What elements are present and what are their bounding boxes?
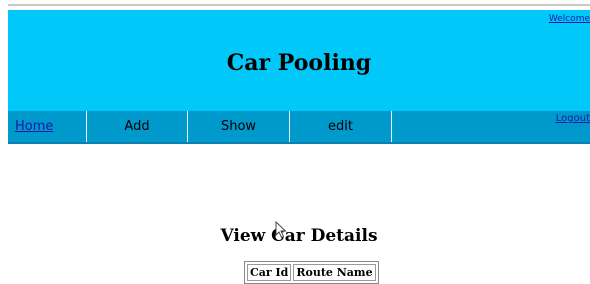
- nav-item-add[interactable]: Add: [87, 111, 188, 142]
- car-details-table-container: Car Id Route Name: [244, 261, 379, 284]
- site-title: Car Pooling: [226, 50, 372, 76]
- page-heading: View Car Details: [220, 226, 378, 246]
- column-header-car-id: Car Id: [247, 264, 292, 281]
- nav-item-show[interactable]: Show: [188, 111, 290, 142]
- car-details-table: Car Id Route Name: [244, 261, 379, 284]
- mouse-cursor-icon: [275, 221, 287, 239]
- welcome-link[interactable]: Welcome: [549, 14, 590, 24]
- logout-link[interactable]: Logout: [556, 113, 590, 124]
- nav-item-edit[interactable]: edit: [290, 111, 392, 142]
- column-header-route-name: Route Name: [293, 264, 376, 281]
- table-header-row: Car Id Route Name: [247, 264, 376, 281]
- nav-home-label[interactable]: Home: [15, 119, 53, 134]
- top-divider: [8, 4, 590, 6]
- main-nav: Home Add Show edit Logout: [8, 111, 590, 144]
- site-header: Welcome Car Pooling: [8, 10, 590, 111]
- nav-item-home[interactable]: Home: [8, 111, 87, 142]
